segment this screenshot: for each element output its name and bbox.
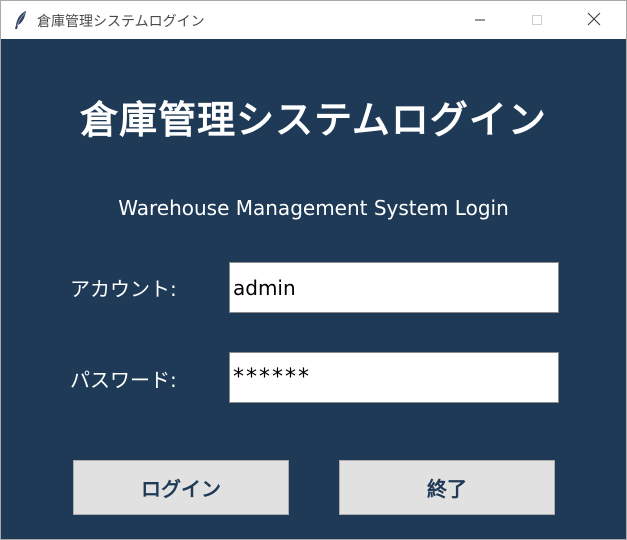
page-subtitle: Warehouse Management System Login [118,196,509,220]
exit-button-label: 終了 [427,477,467,501]
minimize-button[interactable] [457,1,503,39]
account-input-value: admin [233,275,296,300]
title-bar[interactable]: 倉庫管理システムログイン [1,1,626,39]
close-button[interactable] [571,1,617,39]
login-panel: 倉庫管理システムログイン Warehouse Management System… [1,39,626,539]
password-label: パスワード: [70,368,177,392]
account-label: アカウント: [70,277,177,301]
maximize-icon [531,11,543,30]
exit-button[interactable]: 終了 [339,460,555,515]
login-window: 倉庫管理システムログイン 倉庫管理システムログイン Warehouse Mana… [0,0,627,540]
feather-icon [12,10,30,30]
account-input[interactable]: admin [229,262,559,313]
page-title: 倉庫管理システムログイン [80,98,547,142]
login-button[interactable]: ログイン [73,460,289,515]
minimize-icon [474,11,486,30]
password-input[interactable]: ****** [229,352,559,403]
close-icon [587,11,601,30]
password-input-value: ****** [233,365,311,390]
maximize-button[interactable] [514,1,560,39]
window-title: 倉庫管理システムログイン [37,14,205,30]
login-button-label: ログイン [141,477,221,501]
